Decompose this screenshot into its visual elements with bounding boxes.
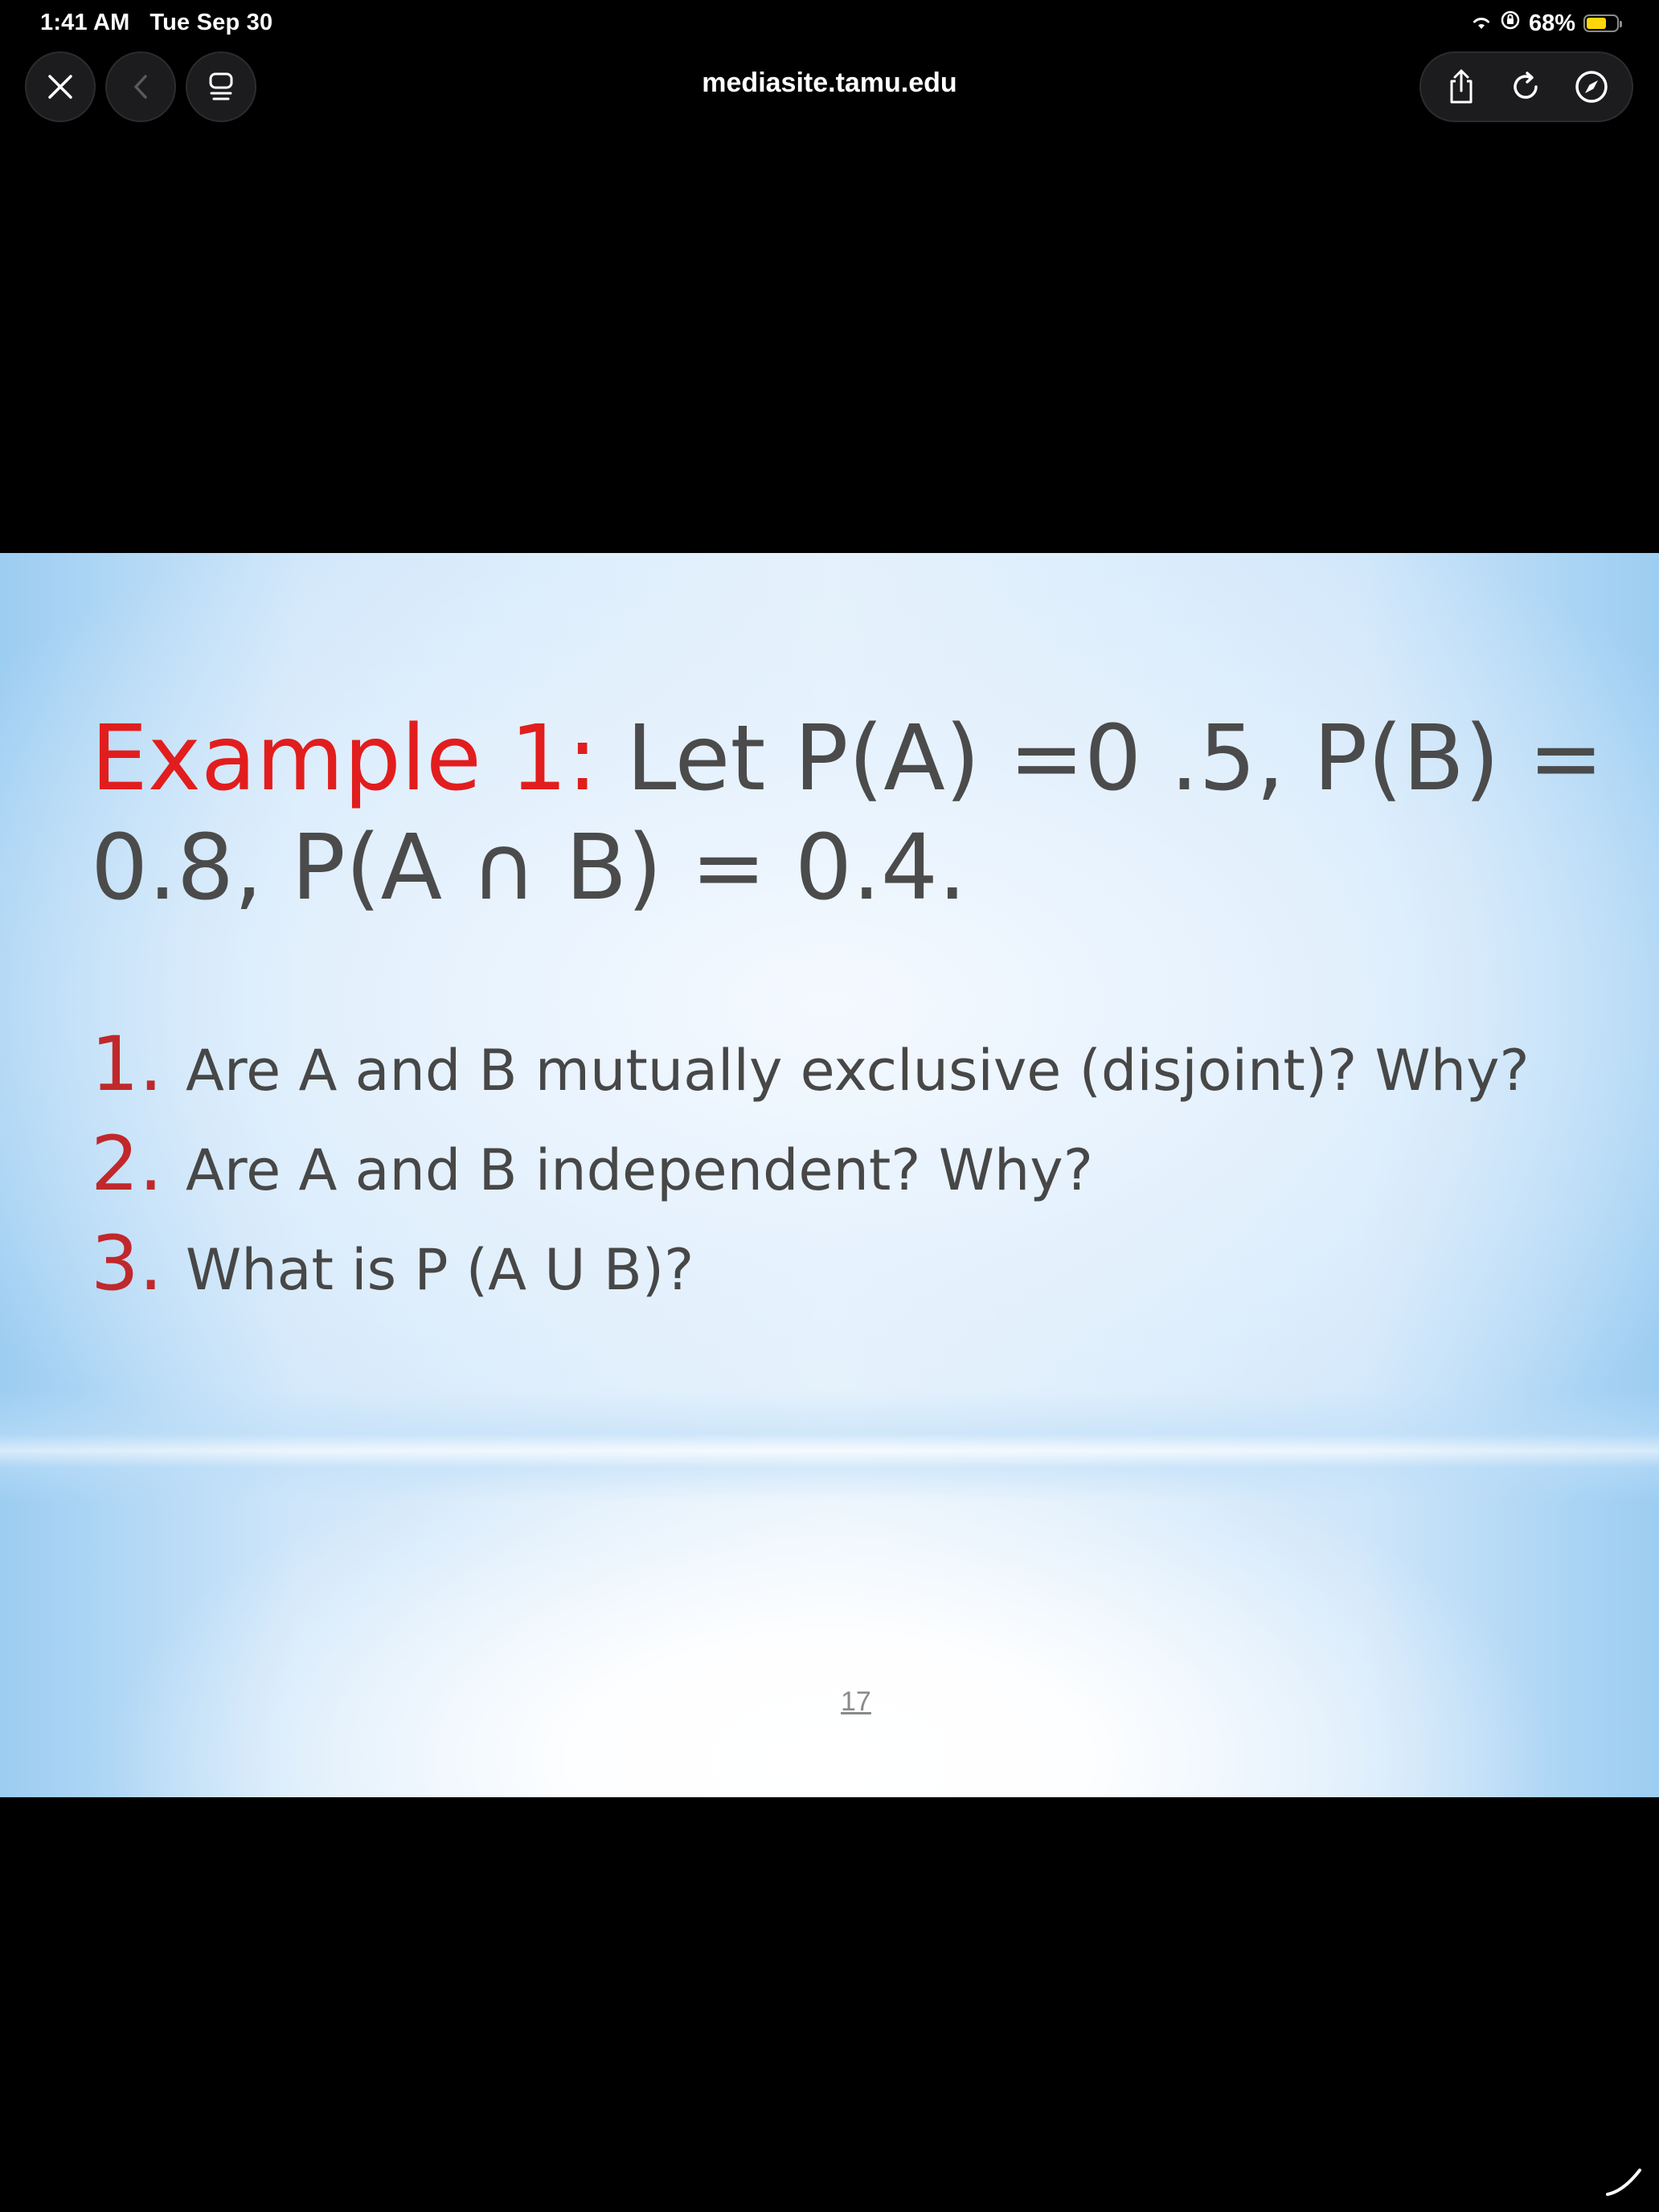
question-item: 2. Are A and B independent? Why? bbox=[91, 1120, 1530, 1220]
pencil-hint-icon[interactable] bbox=[1601, 2156, 1646, 2201]
question-number: 3. bbox=[91, 1220, 163, 1308]
share-icon bbox=[1450, 69, 1473, 104]
question-number: 1. bbox=[91, 1021, 163, 1108]
status-indicators: 68% bbox=[1471, 10, 1622, 37]
compass-button[interactable] bbox=[1567, 63, 1616, 111]
battery-percent: 68% bbox=[1528, 10, 1575, 36]
question-item: 1. Are A and B mutually exclusive (disjo… bbox=[91, 1021, 1530, 1120]
reload-icon bbox=[1514, 72, 1538, 99]
question-item: 3. What is P (A U B)? bbox=[91, 1220, 1530, 1320]
orientation-lock-icon bbox=[1500, 10, 1521, 37]
question-text: Are A and B independent? Why? bbox=[186, 1137, 1093, 1203]
battery-level bbox=[1587, 18, 1606, 29]
slide-video-frame[interactable]: Example 1: Let P(A) =0 .5, P(B) = 0.8, P… bbox=[0, 553, 1659, 1797]
status-time: 1:41 AM bbox=[40, 10, 130, 35]
slide-decorative-band bbox=[0, 1389, 1659, 1501]
question-text: What is P (A U B)? bbox=[186, 1237, 694, 1303]
status-bar: 1:41 AM Tue Sep 30 68% bbox=[0, 0, 1659, 51]
wifi-icon bbox=[1471, 10, 1492, 37]
slide-title-label: Example 1: bbox=[91, 707, 598, 811]
question-number: 2. bbox=[91, 1120, 163, 1208]
slide-page-number: 17 bbox=[841, 1686, 871, 1717]
battery-icon bbox=[1583, 14, 1622, 32]
share-button[interactable] bbox=[1437, 63, 1485, 111]
browser-toolbar: mediasite.tamu.edu bbox=[0, 51, 1659, 125]
question-list: 1. Are A and B mutually exclusive (disjo… bbox=[91, 1021, 1530, 1320]
question-text: Are A and B mutually exclusive (disjoint… bbox=[186, 1038, 1530, 1104]
reload-button[interactable] bbox=[1502, 63, 1550, 111]
slide-title-line1: Let P(A) =0 .5, P(B) = bbox=[597, 707, 1604, 811]
toolbar-actions bbox=[1419, 51, 1633, 122]
address-bar-url[interactable]: mediasite.tamu.edu bbox=[0, 68, 1659, 99]
status-time-date: 1:41 AM Tue Sep 30 bbox=[40, 10, 272, 36]
slide-title-line2: 0.8, P(A ∩ B) = 0.4. bbox=[91, 816, 967, 920]
status-date: Tue Sep 30 bbox=[150, 10, 273, 35]
slide-title: Example 1: Let P(A) =0 .5, P(B) = 0.8, P… bbox=[91, 704, 1618, 923]
compass-icon bbox=[1575, 71, 1608, 103]
